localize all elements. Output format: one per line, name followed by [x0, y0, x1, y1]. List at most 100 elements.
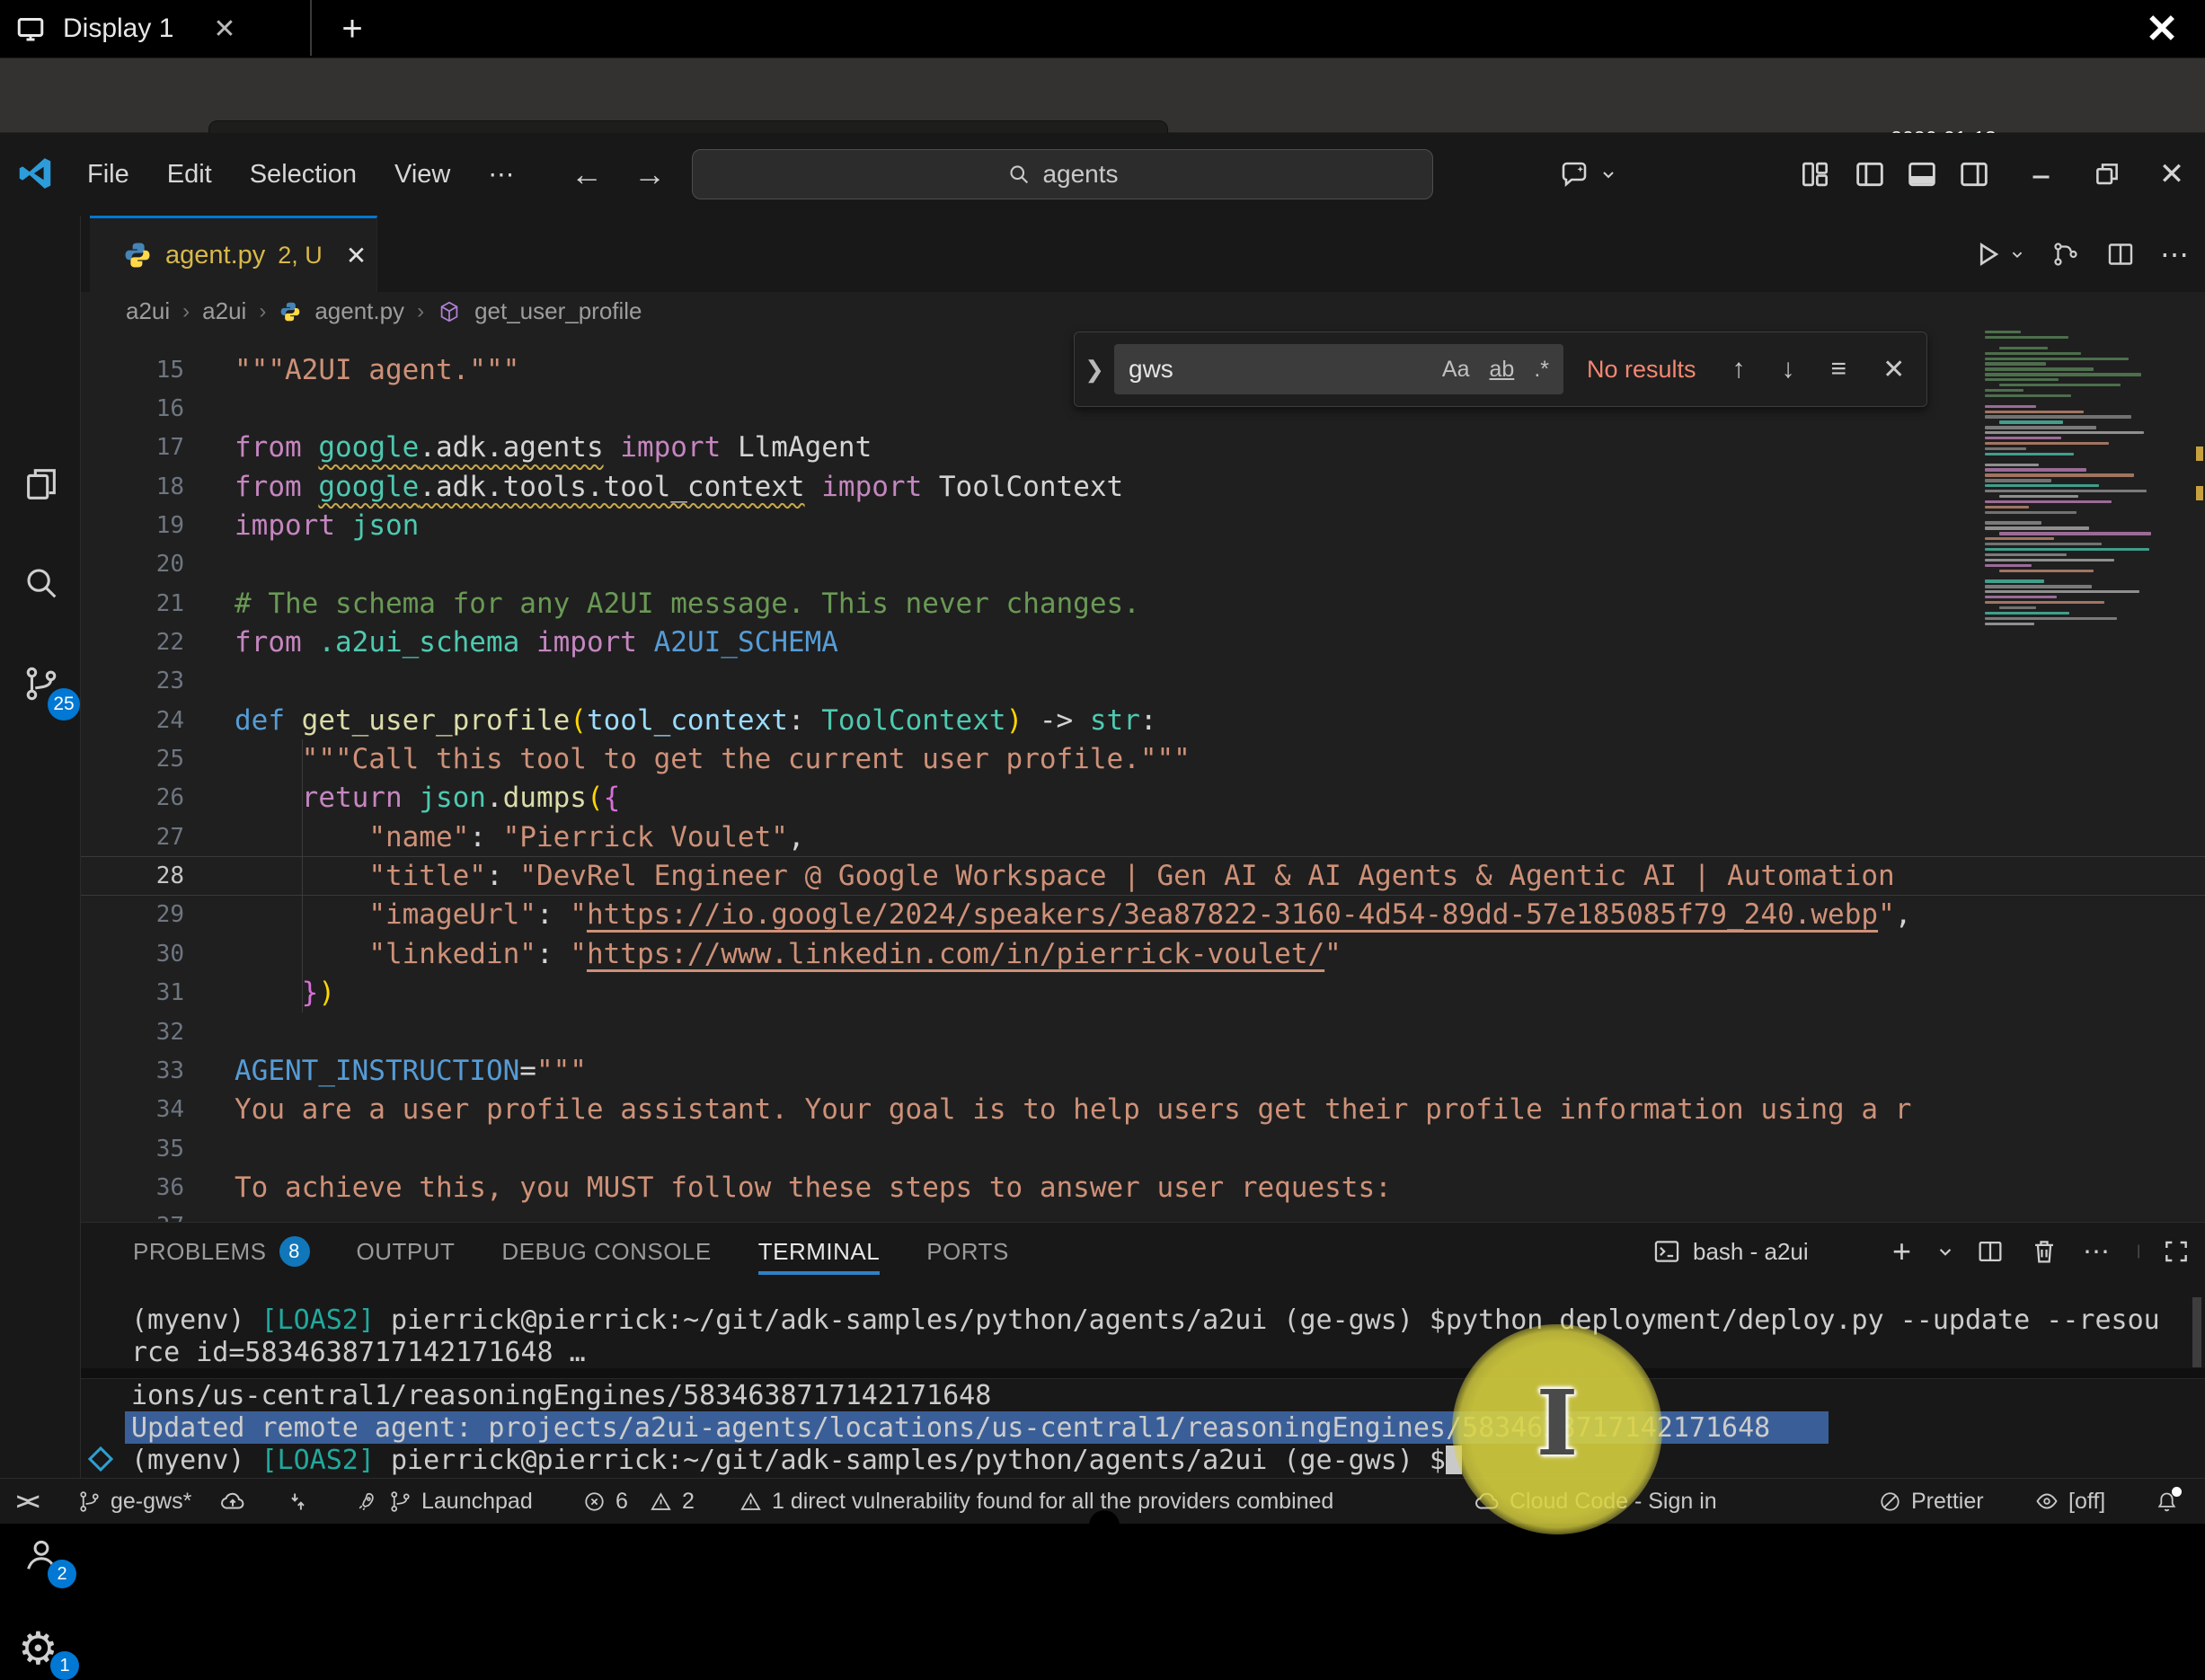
code-line-26[interactable]: 26 return json.dumps({	[81, 779, 2205, 818]
status-launchpad[interactable]: Launchpad	[388, 1479, 533, 1524]
source-control-icon[interactable]: 25	[21, 663, 62, 704]
terminal-output[interactable]: (myenv) [LOAS2] pierrick@pierrick:~/git/…	[81, 1304, 2205, 1479]
code-line-25[interactable]: 25 """Call this tool to get the current …	[81, 739, 2205, 778]
breadcrumb-item[interactable]: a2ui	[202, 297, 246, 325]
customize-layout-icon[interactable]	[1793, 133, 1838, 216]
display-tab[interactable]: Display 1 ✕	[14, 5, 236, 52]
code-line-30[interactable]: 30 "linkedin": "https://www.linkedin.com…	[81, 934, 2205, 973]
toggle-sidebar-icon[interactable]	[1847, 133, 1892, 216]
panel-tab-output[interactable]: OUTPUT	[357, 1223, 456, 1280]
status-2[interactable]: 2	[649, 1479, 695, 1524]
code-line-36[interactable]: 36To achieve this, you MUST follow these…	[81, 1168, 2205, 1207]
code-line-35[interactable]: 35	[81, 1129, 2205, 1168]
code-line-29[interactable]: 29 "imageUrl": "https://io.google/2024/s…	[81, 896, 2205, 934]
status-remote[interactable]: ><	[16, 1479, 36, 1524]
split-editor-icon[interactable]	[2104, 238, 2137, 270]
toggle-secondary-sidebar-icon[interactable]	[1952, 133, 1997, 216]
breadcrumb-item[interactable]: get_user_profile	[474, 297, 642, 325]
breadcrumb-item[interactable]: a2ui	[126, 297, 170, 325]
tab-close-icon[interactable]: ✕	[346, 241, 367, 270]
code-line-28[interactable]: 28 "title": "DevRel Engineer @ Google Wo…	[81, 856, 2205, 895]
panel-more-actions-icon[interactable]: ⋯	[2083, 1223, 2110, 1280]
code-editor[interactable]: 15"""A2UI agent."""1617from google.adk.a…	[81, 331, 2205, 1222]
settings-gear-icon[interactable]: ⚙ 1	[18, 1623, 58, 1675]
code-line-19[interactable]: 19import json	[81, 506, 2205, 544]
status-sync[interactable]	[286, 1479, 310, 1524]
minimize-button[interactable]	[2020, 133, 2065, 216]
copilot-chat-button[interactable]	[1553, 133, 1625, 216]
find-close-icon[interactable]: ✕	[1882, 354, 1905, 385]
code-line-24[interactable]: 24def get_user_profile(tool_context: Too…	[81, 701, 2205, 739]
breadcrumb-item[interactable]: agent.py	[314, 297, 404, 325]
find-expand-icon[interactable]: ❯	[1075, 356, 1114, 384]
command-decoration-icon[interactable]	[88, 1446, 113, 1472]
kill-terminal-icon[interactable]	[2029, 1223, 2059, 1280]
menu-view[interactable]: View	[376, 160, 469, 190]
terminal-line[interactable]: rce id=5834638717142171648 …	[81, 1336, 2205, 1368]
find-previous-icon[interactable]: ↑	[1732, 354, 1746, 385]
more-actions-icon[interactable]: ⋯	[2160, 237, 2189, 271]
status-gegws[interactable]: ge-gws*	[77, 1479, 191, 1524]
menu-overflow-icon[interactable]: ⋯	[469, 159, 533, 190]
status-bell[interactable]	[2155, 1479, 2179, 1524]
new-display-button[interactable]: +	[329, 5, 376, 52]
nav-back-icon[interactable]: ←	[571, 155, 603, 193]
regex-toggle[interactable]: .*	[1534, 357, 1549, 383]
status-off[interactable]: [off]	[2034, 1479, 2105, 1524]
command-center-search[interactable]: agents	[692, 149, 1433, 199]
status-6[interactable]: 6	[582, 1479, 628, 1524]
toggle-panel-icon[interactable]	[1899, 133, 1944, 216]
new-terminal-button[interactable]: +	[1892, 1223, 1911, 1280]
nav-forward-icon[interactable]: →	[633, 155, 666, 193]
close-window-button[interactable]: ✕	[2149, 133, 2194, 216]
code-line-23[interactable]: 23	[81, 662, 2205, 701]
code-line-18[interactable]: 18from google.adk.tools.tool_context imp…	[81, 467, 2205, 506]
close-display-tab-icon[interactable]: ✕	[213, 13, 235, 45]
accounts-icon[interactable]: 2	[21, 1534, 62, 1576]
code-line-37[interactable]: 37	[81, 1207, 2205, 1222]
terminal-line-selected[interactable]: Updated remote agent: projects/a2ui-agen…	[81, 1411, 2205, 1444]
find-in-selection-icon[interactable]: ≡	[1831, 354, 1847, 385]
code-line-21[interactable]: 21# The schema for any A2UI message. Thi…	[81, 584, 2205, 623]
status-rocket[interactable]	[354, 1479, 378, 1524]
split-terminal-icon[interactable]	[1975, 1223, 2006, 1280]
terminal-dropdown-icon[interactable]	[1934, 1223, 1957, 1280]
code-line-17[interactable]: 17from google.adk.agents import LlmAgent	[81, 429, 2205, 467]
code-line-33[interactable]: 33AGENT_INSTRUCTION="""	[81, 1051, 2205, 1090]
status-prettier[interactable]: Prettier	[1878, 1479, 1984, 1524]
terminal-line[interactable]: (myenv) [LOAS2] pierrick@pierrick:~/git/…	[81, 1444, 2205, 1476]
maximize-panel-icon[interactable]	[2162, 1223, 2191, 1280]
menu-file[interactable]: File	[68, 160, 148, 190]
restore-button[interactable]	[2085, 133, 2130, 216]
match-case-toggle[interactable]: Aa	[1442, 357, 1470, 383]
minimap-line	[1985, 590, 2139, 593]
run-button[interactable]	[1971, 238, 2027, 270]
terminal-scrollbar[interactable]	[2192, 1297, 2201, 1367]
code-line-20[interactable]: 20	[81, 545, 2205, 584]
terminal-line[interactable]: (myenv) [LOAS2] pierrick@pierrick:~/git/…	[81, 1304, 2205, 1336]
search-view-icon[interactable]	[21, 562, 62, 604]
panel-tab-debug-console[interactable]: DEBUG CONSOLE	[501, 1223, 711, 1280]
terminal-line[interactable]: ions/us-central1/reasoningEngines/583463…	[81, 1379, 2205, 1411]
code-line-32[interactable]: 32	[81, 1012, 2205, 1051]
find-input[interactable]: gws Aa ab .*	[1114, 344, 1563, 394]
tab-agent-py[interactable]: agent.py 2, U ✕	[90, 216, 377, 292]
status-1[interactable]: 1 direct vulnerability found for all the…	[739, 1479, 1333, 1524]
menu-selection[interactable]: Selection	[231, 160, 376, 190]
status-cloud-up[interactable]	[219, 1479, 246, 1524]
viewer-close-button[interactable]: ✕	[2135, 2, 2189, 56]
explorer-icon[interactable]	[21, 464, 62, 505]
panel-tab-terminal[interactable]: TERMINAL	[758, 1223, 880, 1280]
code-line-27[interactable]: 27 "name": "Pierrick Voulet",	[81, 818, 2205, 856]
menu-edit[interactable]: Edit	[148, 160, 231, 190]
panel-tab-problems[interactable]: PROBLEMS8	[133, 1223, 310, 1280]
git-graph-icon[interactable]	[2050, 239, 2081, 270]
minimap[interactable]	[1981, 331, 2192, 632]
code-line-22[interactable]: 22from .a2ui_schema import A2UI_SCHEMA	[81, 623, 2205, 661]
code-line-31[interactable]: 31 })	[81, 974, 2205, 1012]
panel-tab-ports[interactable]: PORTS	[926, 1223, 1009, 1280]
whole-word-toggle[interactable]: ab	[1490, 357, 1515, 383]
terminal-instance[interactable]: bash - a2ui	[1652, 1223, 1809, 1280]
code-line-34[interactable]: 34You are a user profile assistant. Your…	[81, 1091, 2205, 1129]
find-next-icon[interactable]: ↓	[1782, 354, 1795, 385]
